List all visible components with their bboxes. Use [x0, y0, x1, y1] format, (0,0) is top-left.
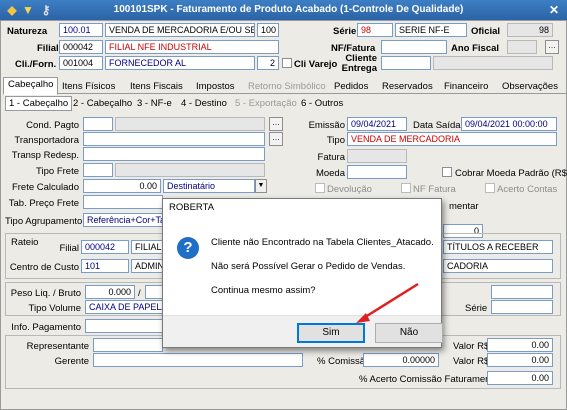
annotation-arrow — [356, 282, 419, 323]
